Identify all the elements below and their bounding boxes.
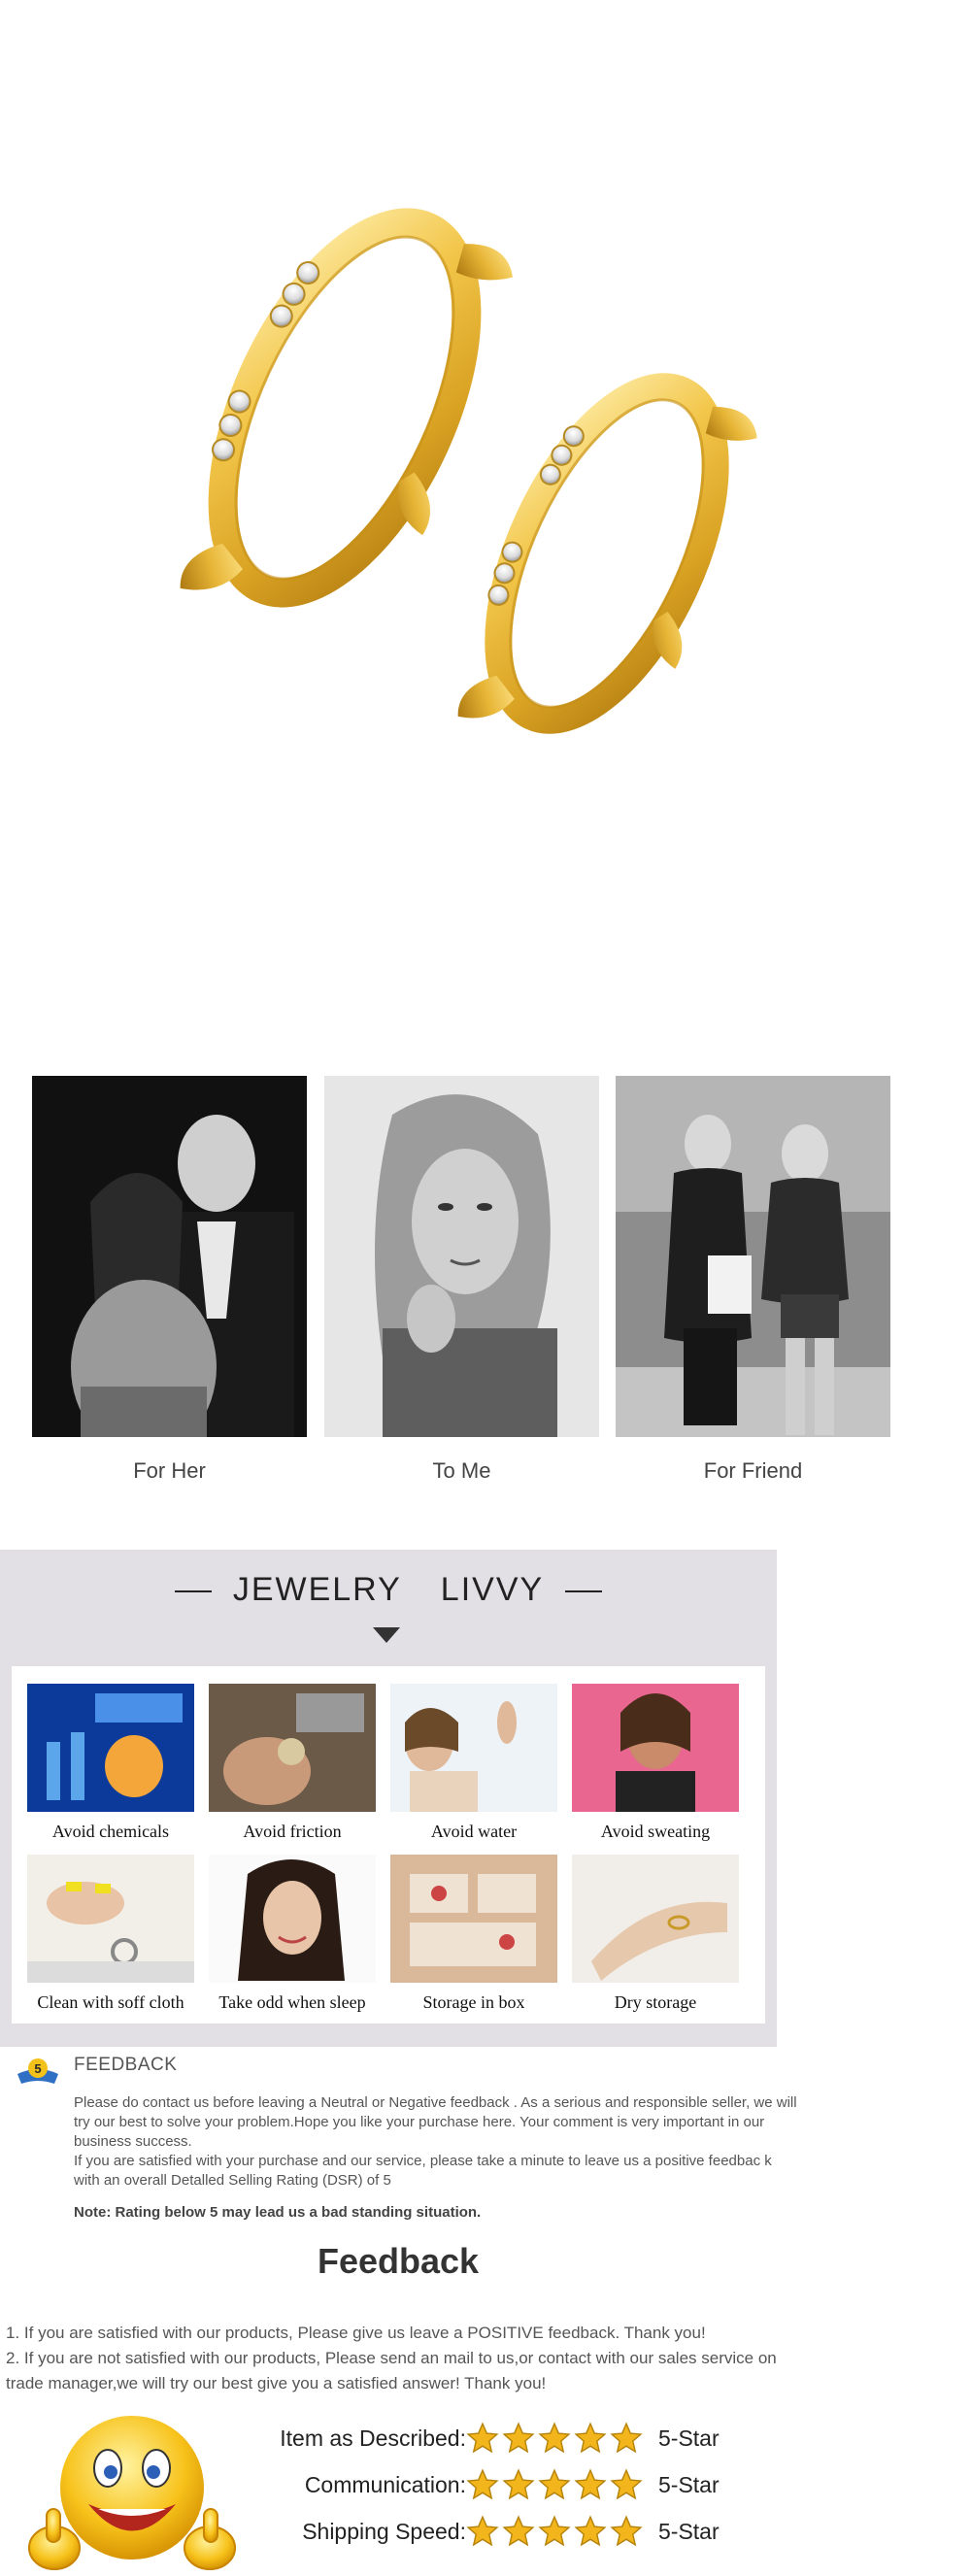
photo-friends [616, 1076, 890, 1437]
care-label: Avoid water [430, 1822, 518, 1841]
star-icon [574, 2515, 607, 2547]
svg-text:5: 5 [34, 2061, 41, 2076]
title-dash-right [565, 1590, 603, 1593]
star-icon [538, 2515, 571, 2547]
star-icon [538, 2468, 571, 2500]
care-label: Storage in box [422, 1992, 525, 2012]
chemicals-image [27, 1684, 194, 1812]
care-label: Dry storage [614, 1992, 697, 2012]
notice-title: FEEDBACK [74, 2055, 178, 2075]
rating-label: Item as Described: [280, 2425, 466, 2451]
thumbs-up-smiley-icon [28, 2416, 236, 2570]
left-earring [180, 208, 514, 608]
star-icon [538, 2422, 571, 2454]
rating-stars [466, 2468, 643, 2501]
care-label: Avoid friction [243, 1822, 342, 1841]
care-item-avoid-friction: Avoid friction [209, 1684, 376, 1842]
product-hero-image [0, 0, 971, 1029]
down-arrow-icon [373, 1627, 400, 1643]
notice-paragraph-1: Please do contact us before leaving a Ne… [74, 2094, 797, 2150]
rating-stars [466, 2515, 643, 2548]
star-icon [466, 2468, 499, 2500]
care-title: JEWELRY LIVVY [0, 1571, 777, 1609]
storage-box-image [390, 1855, 557, 1983]
care-item-avoid-chemicals: Avoid chemicals [27, 1684, 194, 1842]
care-label: Avoid chemicals [51, 1822, 170, 1841]
five-star-badge-icon: 5 [17, 2058, 58, 2084]
rating-stars [466, 2422, 643, 2455]
rating-label: Communication: [304, 2472, 466, 2497]
sleep-image [209, 1855, 376, 1983]
rating-label: Shipping Speed: [302, 2519, 466, 2544]
care-item-storage-box: Storage in box [390, 1855, 557, 2013]
title-dash-left [174, 1590, 212, 1593]
star-icon [574, 2422, 607, 2454]
care-item-dry-storage: Dry storage [572, 1855, 739, 2013]
sweating-image [572, 1684, 739, 1812]
clean-cloth-image [27, 1855, 194, 1983]
caption-for-her: For Her [133, 1458, 206, 1483]
rating-value: 5-Star [658, 2472, 720, 2497]
star-icon [610, 2468, 643, 2500]
star-icon [502, 2422, 535, 2454]
rating-row-shipping-speed: Shipping Speed: 5-Star [243, 2511, 787, 2558]
friction-image [209, 1684, 376, 1812]
photo-couple [32, 1076, 307, 1437]
water-image [390, 1684, 557, 1812]
star-icon [610, 2515, 643, 2547]
star-icon [502, 2468, 535, 2500]
feedback-line-2: 2. If you are not satisfied with our pro… [6, 2349, 777, 2392]
care-label: Clean with soff cloth [37, 1992, 184, 2012]
rating-row-item-described: Item as Described: 5-Star [243, 2418, 787, 2464]
care-label: Avoid sweating [600, 1822, 711, 1841]
care-item-avoid-water: Avoid water [390, 1684, 557, 1842]
care-label: Take odd when sleep [218, 1992, 366, 2012]
notice-note: Note: Rating below 5 may lead us a bad s… [74, 2204, 482, 2221]
brand-word-left: JEWELRY [232, 1571, 402, 1608]
dsr-ratings: Item as Described: 5-Star Communication:… [243, 2418, 787, 2558]
jewelry-care-section: JEWELRY LIVVY Avoid chemicals Avoid frict… [0, 1550, 777, 2047]
photo-woman [324, 1076, 599, 1437]
feedback-line-1: 1. If you are satisfied with our product… [6, 2324, 706, 2342]
earrings-illustration [180, 208, 757, 734]
star-icon [610, 2422, 643, 2454]
star-icon [466, 2422, 499, 2454]
feedback-heading: Feedback [317, 2241, 480, 2281]
dry-storage-image [572, 1855, 739, 1983]
rating-row-communication: Communication: 5-Star [243, 2464, 787, 2511]
notice-body: Please do contact us before leaving a Ne… [74, 2093, 800, 2191]
care-item-avoid-sweating: Avoid sweating [572, 1684, 739, 1842]
star-icon [502, 2515, 535, 2547]
caption-for-friend: For Friend [703, 1458, 803, 1483]
brand-word-right: LIVVY [440, 1571, 545, 1608]
star-icon [574, 2468, 607, 2500]
right-earring [457, 373, 757, 734]
care-item-clean-cloth: Clean with soff cloth [27, 1855, 194, 2013]
care-grid: Avoid chemicals Avoid friction Avoid wat… [12, 1666, 765, 2024]
care-item-take-off-sleep: Take odd when sleep [209, 1855, 376, 2013]
star-icon [466, 2515, 499, 2547]
feedback-notice: 5 FEEDBACK Please do contact us before l… [0, 2049, 971, 2243]
caption-to-me: To Me [432, 1458, 491, 1483]
feedback-instructions: 1. If you are satisfied with our product… [6, 2321, 802, 2396]
occasion-section: For Her To Me For Friend [0, 1029, 971, 1515]
notice-paragraph-2: If you are satisfied with your purchase … [74, 2153, 772, 2189]
rating-value: 5-Star [658, 2519, 720, 2544]
rating-value: 5-Star [658, 2425, 720, 2451]
